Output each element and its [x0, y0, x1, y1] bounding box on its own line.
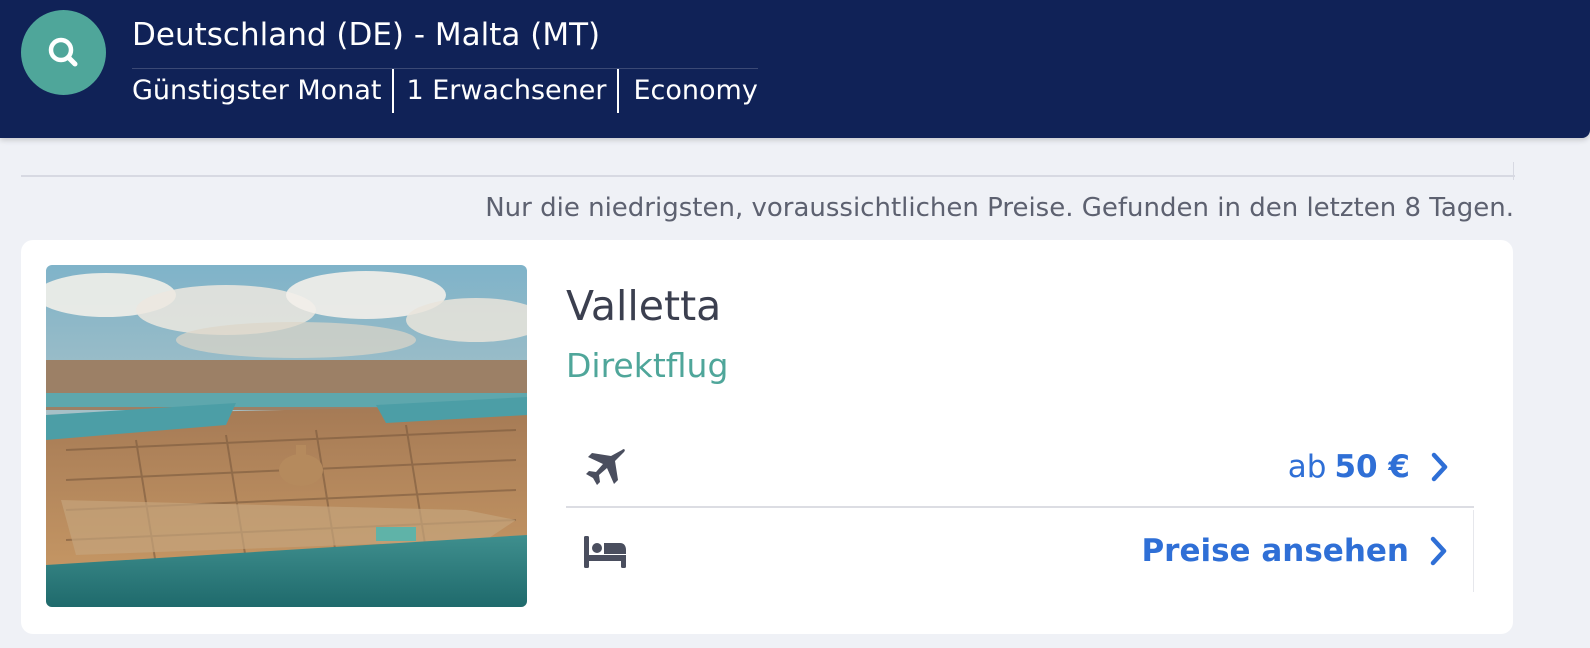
- flight-price-row[interactable]: ab 50 €: [566, 426, 1474, 508]
- passengers-filter[interactable]: 1 Erwachsener: [392, 68, 617, 113]
- hotel-price-row[interactable]: Preise ansehen: [566, 510, 1474, 592]
- chevron-right-icon: [1430, 536, 1447, 566]
- route-title[interactable]: Deutschland (DE) - Malta (MT): [132, 14, 600, 56]
- month-filter[interactable]: Günstigster Monat: [132, 69, 392, 113]
- flight-type-label: Direktflug: [566, 346, 729, 385]
- search-filters: Günstigster Monat 1 Erwachsener Economy: [132, 68, 758, 113]
- chevron-right-icon: [1431, 452, 1448, 482]
- destination-card[interactable]: Valletta Direktflug ab 50 € Preise anseh…: [21, 240, 1513, 634]
- divider: [21, 175, 1515, 177]
- search-icon: [48, 37, 77, 66]
- bed-icon: [584, 536, 626, 568]
- hotel-link-label: Preise ansehen: [1141, 533, 1409, 569]
- price-prefix: ab: [1287, 449, 1327, 485]
- price-notice: Nur die niedrigsten, voraussichtlichen P…: [485, 193, 1514, 223]
- flight-price[interactable]: ab 50 €: [1288, 426, 1448, 508]
- search-button[interactable]: [21, 10, 106, 95]
- valletta-aerial-image: [46, 265, 527, 607]
- search-summary-header: Deutschland (DE) - Malta (MT) Günstigste…: [0, 0, 1590, 138]
- price-value: 50 €: [1334, 449, 1410, 485]
- airplane-icon: [586, 449, 625, 485]
- divider: [1513, 162, 1514, 180]
- destination-photo[interactable]: [46, 265, 527, 607]
- destination-city[interactable]: Valletta: [566, 280, 721, 332]
- hotel-prices-link[interactable]: Preise ansehen: [1141, 510, 1447, 592]
- cabin-class-filter[interactable]: Economy: [617, 68, 758, 113]
